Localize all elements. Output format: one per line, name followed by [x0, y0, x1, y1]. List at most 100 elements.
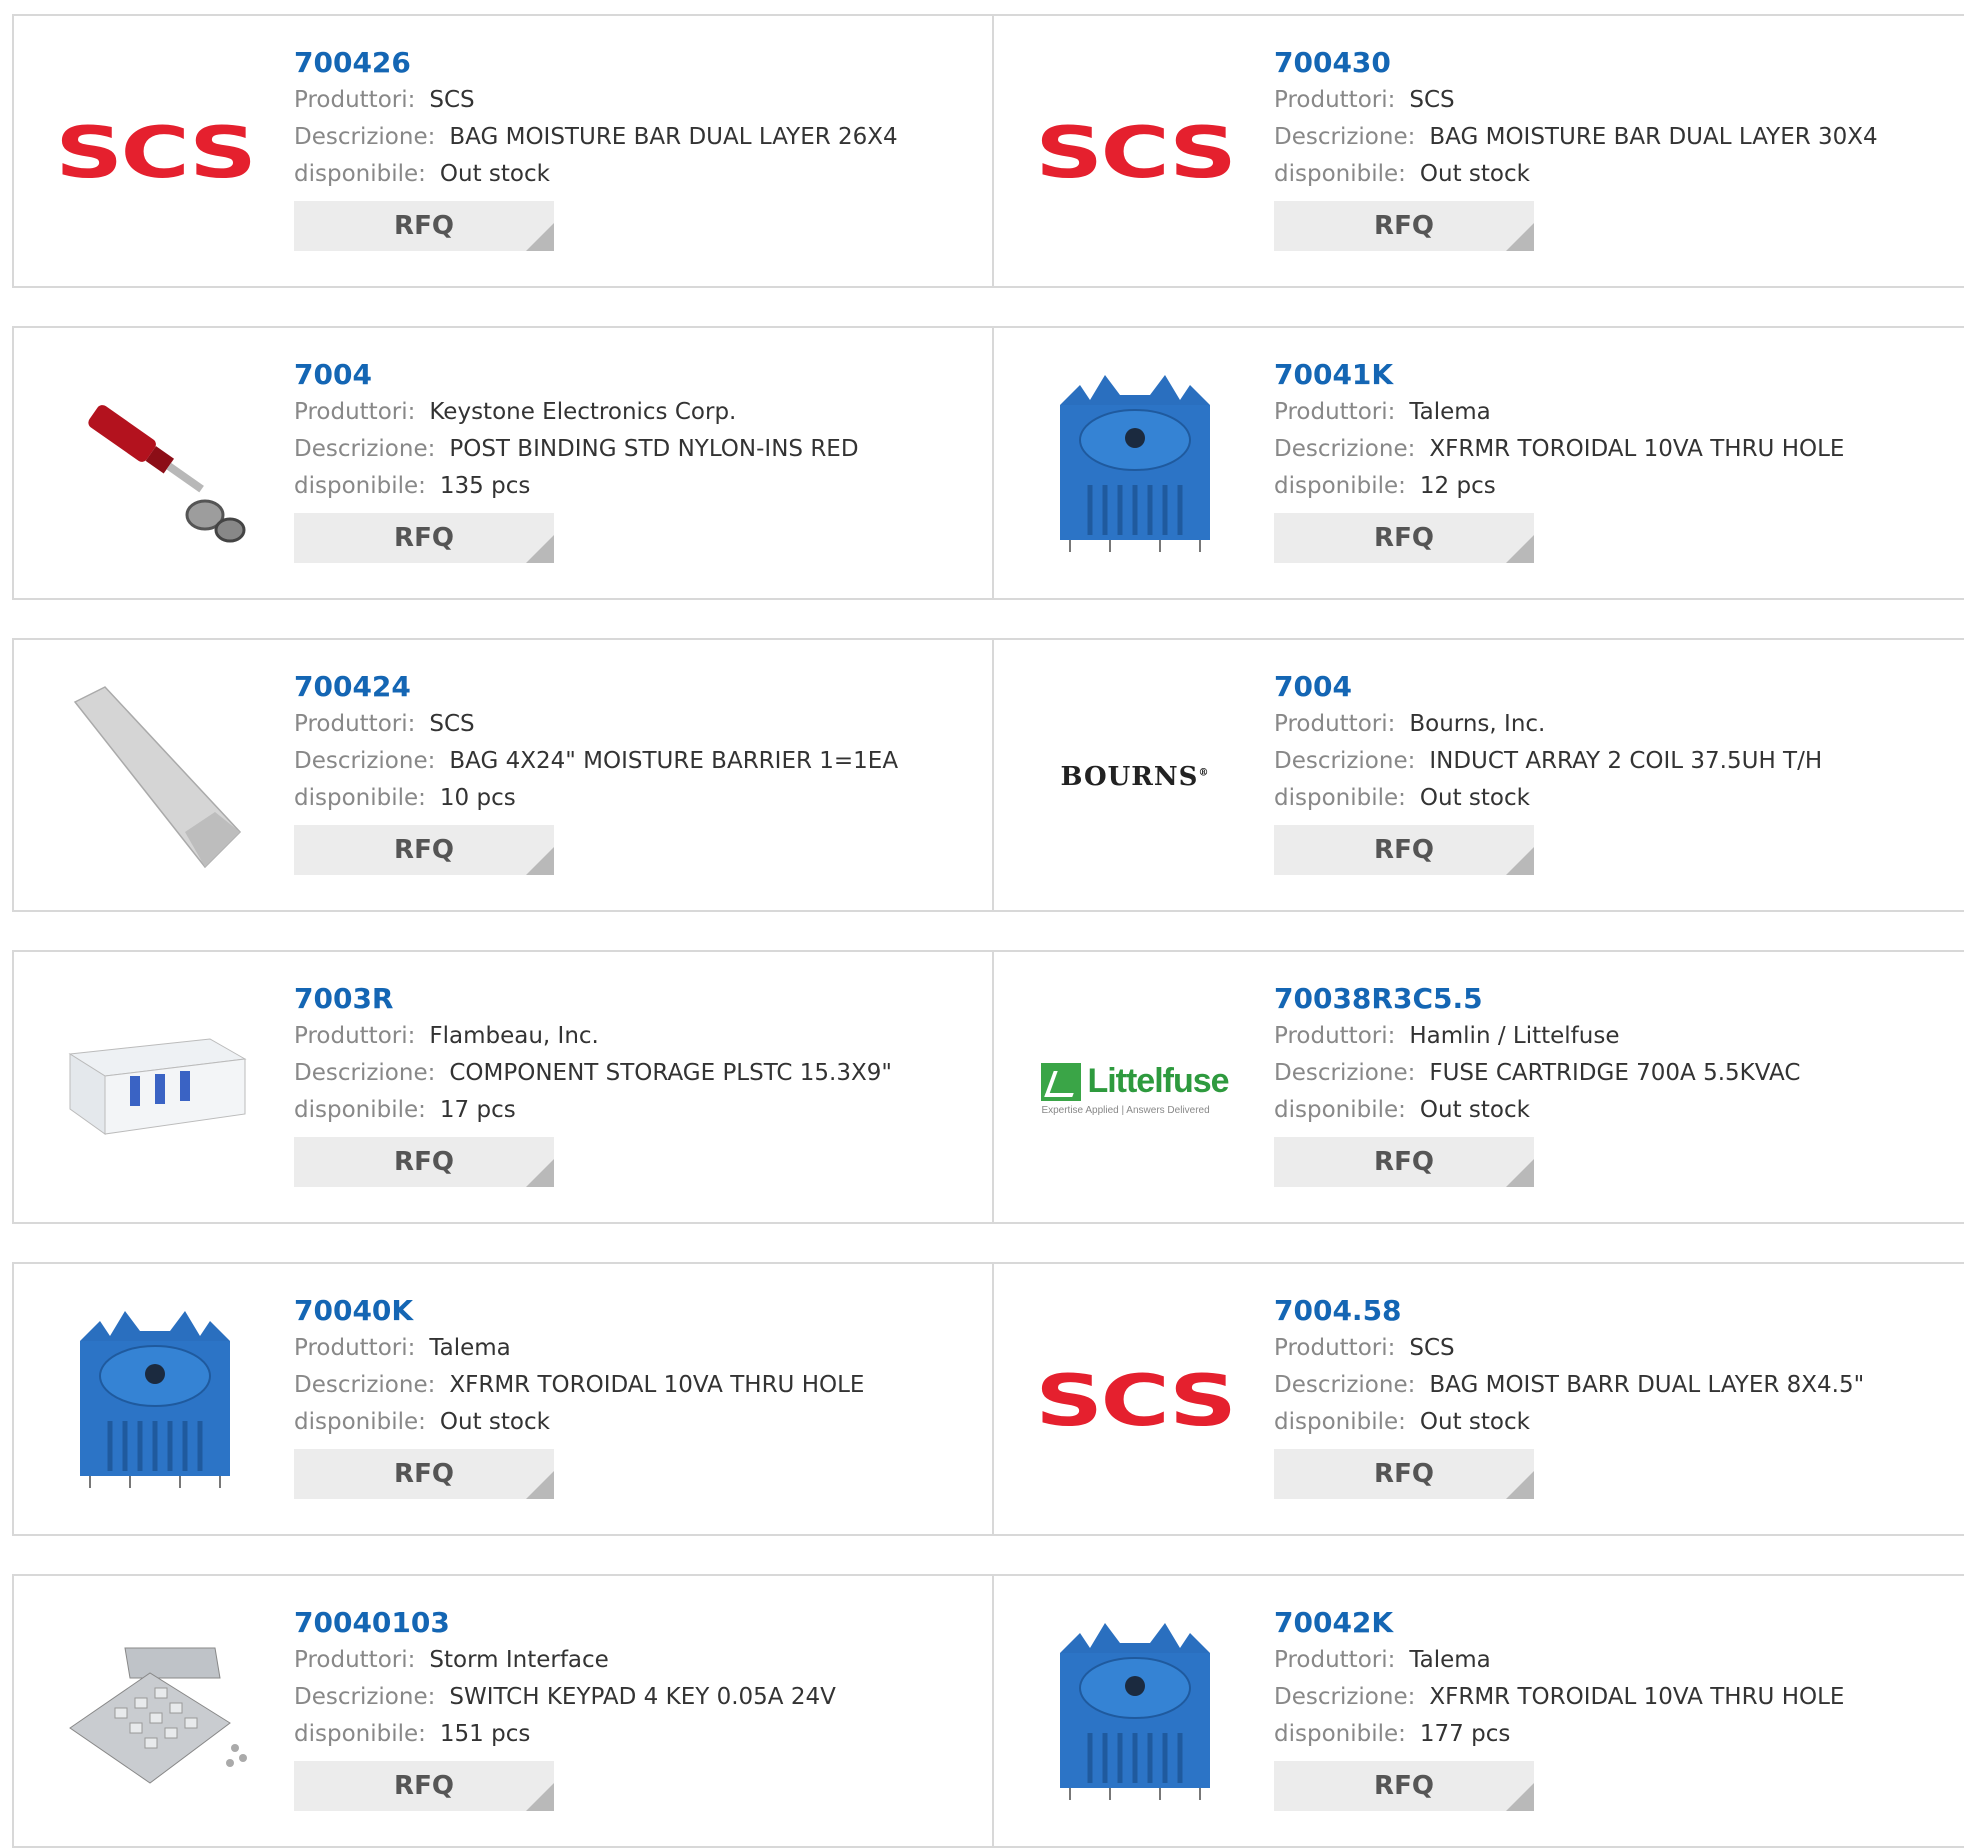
- manufacturer-value: Storm Interface: [429, 1647, 609, 1673]
- product-image[interactable]: SCS: [1034, 52, 1237, 254]
- manufacturer-label: Produttori:: [294, 1023, 416, 1049]
- corner-triangle-icon: [526, 535, 554, 563]
- availability-line: disponibile: 135 pcs: [294, 468, 859, 505]
- description-line: Descrizione: BAG 4X24" MOISTURE BARRIER 1…: [294, 743, 898, 780]
- product-image[interactable]: SCS: [54, 52, 257, 254]
- availability-line: disponibile: Out stock: [1274, 1404, 1864, 1441]
- littelfuse-mark-icon: [1041, 1062, 1082, 1101]
- part-number-link[interactable]: 7004.58: [1274, 1292, 1864, 1330]
- description-line: Descrizione: SWITCH KEYPAD 4 KEY 0.05A 24…: [294, 1679, 836, 1716]
- description-label: Descrizione:: [294, 1684, 436, 1710]
- bourns-logo: BOURNS®: [1060, 762, 1210, 792]
- product-image[interactable]: [1034, 1612, 1236, 1814]
- part-number-link[interactable]: 7004: [1274, 668, 1822, 706]
- part-number-link[interactable]: 700426: [294, 44, 898, 82]
- product-image[interactable]: [54, 1300, 256, 1502]
- corner-triangle-icon: [1506, 1159, 1534, 1187]
- description-line: Descrizione: INDUCT ARRAY 2 COIL 37.5UH T…: [1274, 743, 1822, 780]
- part-number-link[interactable]: 70042K: [1274, 1604, 1844, 1642]
- rfq-button[interactable]: RFQ: [294, 825, 554, 875]
- product-info: 700430 Produttori: SCS Descrizione: BAG MOIS…: [1274, 44, 1878, 251]
- rfq-button[interactable]: RFQ: [294, 1137, 554, 1187]
- part-number-link[interactable]: 7004: [294, 356, 859, 394]
- description-line: Descrizione: XFRMR TOROIDAL 10VA THRU HOL…: [294, 1367, 864, 1404]
- corner-triangle-icon: [1506, 1783, 1534, 1811]
- part-number-link[interactable]: 700424: [294, 668, 898, 706]
- manufacturer-line: Produttori: Flambeau, Inc.: [294, 1018, 892, 1055]
- product-image[interactable]: BOURNS®: [1034, 676, 1236, 878]
- product-image[interactable]: [1034, 364, 1236, 566]
- manufacturer-line: Produttori: Storm Interface: [294, 1642, 836, 1679]
- part-number-link[interactable]: 70038R3C5.5: [1274, 980, 1800, 1018]
- description-value: XFRMR TOROIDAL 10VA THRU HOLE: [1429, 436, 1845, 462]
- availability-line: disponibile: Out stock: [294, 156, 898, 193]
- product-info: 70040103 Produttori: Storm Interface Descri…: [294, 1604, 836, 1811]
- description-label: Descrizione:: [294, 1060, 436, 1086]
- product-card: SCS 700430 Produttori: SCS Descrizione: BAG …: [992, 16, 1964, 286]
- description-line: Descrizione: BAG MOISTURE BAR DUAL LAYER …: [294, 119, 898, 156]
- rfq-button[interactable]: RFQ: [294, 1761, 554, 1811]
- product-image[interactable]: [54, 988, 256, 1190]
- product-card: 700424 Produttori: SCS Descrizione: BAG 4X24…: [14, 640, 992, 910]
- rfq-button[interactable]: RFQ: [294, 1449, 554, 1499]
- availability-label: disponibile:: [294, 1409, 426, 1435]
- part-number-link[interactable]: 700430: [1274, 44, 1878, 82]
- rfq-button[interactable]: RFQ: [1274, 513, 1534, 563]
- corner-triangle-icon: [1506, 535, 1534, 563]
- product-row: 7003R Produttori: Flambeau, Inc. Descrizion…: [12, 950, 1964, 1224]
- description-value: INDUCT ARRAY 2 COIL 37.5UH T/H: [1429, 748, 1823, 774]
- part-number-link[interactable]: 70040K: [294, 1292, 864, 1330]
- product-image[interactable]: [54, 676, 256, 878]
- availability-label: disponibile:: [1274, 1097, 1406, 1123]
- product-info: 7003R Produttori: Flambeau, Inc. Descrizion…: [294, 980, 892, 1187]
- manufacturer-label: Produttori:: [294, 711, 416, 737]
- availability-value: 12 pcs: [1419, 473, 1496, 499]
- availability-line: disponibile: 12 pcs: [1274, 468, 1844, 505]
- product-image[interactable]: [54, 364, 256, 566]
- availability-line: disponibile: Out stock: [1274, 156, 1878, 193]
- product-info: 7004.58 Produttori: SCS Descrizione: BAG MOI…: [1274, 1292, 1864, 1499]
- manufacturer-value: SCS: [1409, 87, 1455, 113]
- product-row: 700424 Produttori: SCS Descrizione: BAG 4X24…: [12, 638, 1964, 912]
- availability-value: 10 pcs: [439, 785, 516, 811]
- product-image[interactable]: [54, 1612, 256, 1814]
- scs-logo: SCS: [55, 112, 257, 194]
- manufacturer-line: Produttori: Talema: [1274, 1642, 1844, 1679]
- product-list: SCS 700426 Produttori: SCS Descrizione: BAG …: [0, 0, 1964, 1848]
- part-number-link[interactable]: 70040103: [294, 1604, 836, 1642]
- product-card: 70041K Produttori: Talema Descrizione: XFRMR…: [992, 328, 1964, 598]
- availability-label: disponibile:: [1274, 785, 1406, 811]
- manufacturer-label: Produttori:: [1274, 1023, 1396, 1049]
- product-image[interactable]: SCS: [1034, 1300, 1237, 1502]
- description-label: Descrizione:: [294, 436, 436, 462]
- availability-value: Out stock: [439, 1409, 550, 1435]
- availability-value: Out stock: [1419, 1097, 1530, 1123]
- transformer-photo: [1060, 1623, 1210, 1800]
- manufacturer-line: Produttori: Hamlin / Littelfuse: [1274, 1018, 1800, 1055]
- manufacturer-label: Produttori:: [294, 87, 416, 113]
- part-number-link[interactable]: 70041K: [1274, 356, 1844, 394]
- manufacturer-line: Produttori: Talema: [1274, 394, 1844, 431]
- description-line: Descrizione: BAG MOISTURE BAR DUAL LAYER …: [1274, 119, 1878, 156]
- product-row: 7004 Produttori: Keystone Electronics Corp…: [12, 326, 1964, 600]
- description-label: Descrizione:: [1274, 1060, 1416, 1086]
- manufacturer-label: Produttori:: [294, 399, 416, 425]
- manufacturer-line: Produttori: SCS: [294, 82, 898, 119]
- product-info: 700426 Produttori: SCS Descrizione: BAG MOIS…: [294, 44, 898, 251]
- rfq-button[interactable]: RFQ: [1274, 1449, 1534, 1499]
- rfq-button[interactable]: RFQ: [294, 201, 554, 251]
- availability-label: disponibile:: [294, 1097, 426, 1123]
- product-image[interactable]: Littelfuse Expertise Applied | Answers D…: [1034, 988, 1236, 1190]
- part-number-link[interactable]: 7003R: [294, 980, 892, 1018]
- manufacturer-line: Produttori: Talema: [294, 1330, 864, 1367]
- description-value: FUSE CARTRIDGE 700A 5.5KVAC: [1429, 1060, 1801, 1086]
- rfq-button[interactable]: RFQ: [1274, 825, 1534, 875]
- storage-box-photo: [68, 1038, 247, 1135]
- description-value: BAG MOISTURE BAR DUAL LAYER 30X4: [1429, 124, 1878, 150]
- rfq-button[interactable]: RFQ: [1274, 1137, 1534, 1187]
- rfq-button[interactable]: RFQ: [294, 513, 554, 563]
- description-value: COMPONENT STORAGE PLSTC 15.3X9": [449, 1060, 892, 1086]
- description-line: Descrizione: XFRMR TOROIDAL 10VA THRU HOL…: [1274, 1679, 1844, 1716]
- rfq-button[interactable]: RFQ: [1274, 201, 1534, 251]
- rfq-button[interactable]: RFQ: [1274, 1761, 1534, 1811]
